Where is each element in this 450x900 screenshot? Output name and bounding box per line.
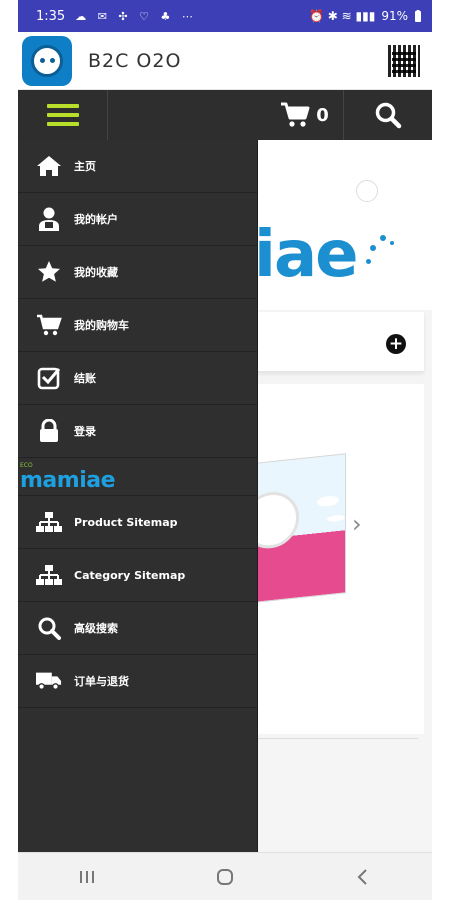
product-image[interactable]: [256, 453, 346, 603]
drawer-item-cart[interactable]: 我的购物车: [18, 299, 257, 352]
system-icons: ⏰ ✱ ≋ ▮▮▮: [309, 9, 376, 23]
drawer-item-label: 高级搜索: [74, 622, 118, 635]
chevron-right-icon[interactable]: ›: [352, 510, 362, 538]
carousel-dot[interactable]: [356, 180, 378, 202]
sitemap-icon: [36, 509, 62, 535]
brand-name: mamiae: [20, 468, 116, 493]
drawer-item-account[interactable]: 我的帐户: [18, 193, 257, 246]
drawer-item-checkout[interactable]: 结账: [18, 352, 257, 405]
notification-icons: ☁ ✉ ✣ ♡ ♣ ⋯: [75, 9, 197, 23]
checkbox-icon: [36, 365, 62, 391]
system-nav-bar: [18, 852, 432, 900]
drawer-item-category-sitemap[interactable]: Category Sitemap: [18, 549, 257, 602]
search-icon: [375, 102, 402, 129]
search-button[interactable]: [344, 90, 432, 140]
search-icon: [36, 615, 62, 641]
user-icon: [36, 206, 62, 232]
menu-button[interactable]: [18, 90, 108, 140]
sitemap-icon: [36, 562, 62, 588]
home-button[interactable]: [195, 857, 255, 897]
divider: [248, 738, 418, 739]
lock-icon: [36, 418, 62, 444]
drawer-item-label: 我的帐户: [74, 213, 118, 226]
plus-circle-icon[interactable]: +: [386, 334, 406, 354]
app-title-bar: B2C O2O: [18, 32, 432, 90]
drawer-item-favorites[interactable]: 我的收藏: [18, 246, 257, 299]
app-logo[interactable]: [22, 35, 72, 86]
side-drawer: 主页 我的帐户 我的收藏 我的购物车 结账 登录 ECO mamiae Prod…: [18, 140, 258, 852]
main-toolbar: 0: [18, 90, 432, 140]
drawer-item-orders-returns[interactable]: 订单与退货: [18, 655, 257, 708]
drawer-item-label: 订单与退货: [74, 675, 129, 688]
drawer-item-label: Category Sitemap: [74, 568, 186, 582]
recents-icon: [80, 870, 94, 883]
brand-logo-text: iae: [254, 218, 359, 292]
cart-button[interactable]: 0: [266, 90, 344, 140]
drawer-item-label: 结账: [74, 372, 96, 385]
status-time: 1:35: [36, 8, 66, 24]
back-chevron-icon: [357, 868, 367, 885]
drawer-brand-logo: ECO mamiae: [18, 458, 257, 496]
expand-section[interactable]: +: [234, 312, 424, 372]
drawer-item-label: 我的购物车: [74, 319, 129, 332]
hamburger-icon: [46, 104, 79, 126]
drawer-item-product-sitemap[interactable]: Product Sitemap: [18, 496, 257, 549]
battery-level: 91%: [381, 9, 408, 23]
drawer-item-label: 我的收藏: [74, 266, 118, 279]
product-carousel: ›: [234, 384, 424, 734]
truck-icon: [36, 668, 62, 694]
home-circle-icon: [217, 868, 233, 885]
status-right: ⏰ ✱ ≋ ▮▮▮ 91%: [309, 9, 422, 23]
recent-apps-button[interactable]: [57, 857, 117, 897]
qr-code-icon[interactable]: [388, 44, 420, 77]
drawer-item-label: Product Sitemap: [74, 515, 178, 529]
drawer-item-label: 主页: [74, 160, 96, 173]
drawer-item-advanced-search[interactable]: 高级搜索: [18, 602, 257, 655]
drawer-item-home[interactable]: 主页: [18, 140, 257, 193]
status-bar: 1:35 ☁ ✉ ✣ ♡ ♣ ⋯ ⏰ ✱ ≋ ▮▮▮ 91%: [18, 0, 432, 32]
drawer-item-login[interactable]: 登录: [18, 405, 257, 458]
cart-icon: [36, 312, 62, 338]
app-title: B2C O2O: [88, 49, 182, 72]
battery-icon: [415, 9, 421, 22]
drawer-item-label: 登录: [74, 425, 96, 438]
star-icon: [36, 259, 62, 285]
home-icon: [36, 153, 62, 179]
cart-icon: [281, 102, 310, 127]
app-frame: 1:35 ☁ ✉ ✣ ♡ ♣ ⋯ ⏰ ✱ ≋ ▮▮▮ 91% B2C O2O 0: [18, 0, 432, 900]
cart-count: 0: [316, 104, 329, 126]
back-button[interactable]: [333, 857, 393, 897]
